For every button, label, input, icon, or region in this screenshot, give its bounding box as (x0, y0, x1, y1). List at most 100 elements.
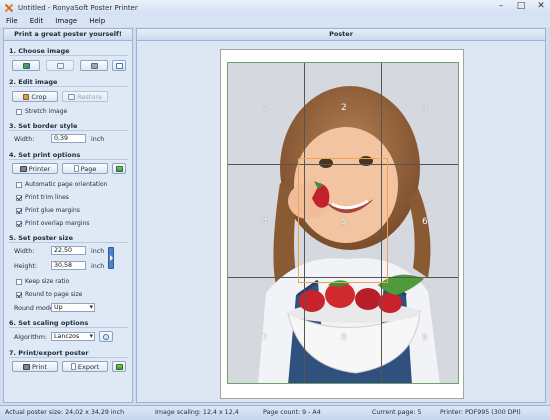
checkbox-box[interactable] (16, 220, 22, 227)
trim-lines-checkbox[interactable]: Print trim lines (16, 194, 69, 201)
title-bar: Untitled - RonyaSoft Poster Printer – □ … (0, 0, 550, 15)
window-title: Untitled - RonyaSoft Poster Printer (18, 3, 138, 12)
stretch-image-label: Stretch image (25, 108, 68, 115)
section-divider (9, 357, 128, 358)
page-number[interactable]: 6 (422, 217, 428, 227)
scanner-icon (90, 62, 98, 69)
printer-icon (19, 165, 27, 172)
checkbox-box[interactable] (16, 278, 22, 285)
poster-height-input[interactable]: 30,58 (51, 261, 86, 270)
crop-button[interactable]: Crop (12, 91, 58, 102)
poster-panel: Poster 1 2 3 4 5 6 7 8 9 (136, 28, 546, 403)
checkbox-box[interactable] (16, 194, 22, 201)
page-count: Page count: 9 - A4 (263, 409, 321, 416)
restore-button[interactable]: Restore (62, 91, 108, 102)
image-icon (22, 62, 30, 69)
menu-edit[interactable]: Edit (30, 17, 44, 25)
page-setup-button[interactable]: Page (62, 163, 108, 174)
section-divider (9, 130, 128, 131)
sidebar: Print a great poster yourself! 1. Choose… (3, 28, 133, 403)
round-page-checkbox[interactable]: Round to page size (16, 291, 82, 298)
open-external-button[interactable] (112, 60, 126, 71)
border-width-input[interactable]: 0,39 (51, 134, 86, 143)
poster-width-input[interactable]: 22,50 (51, 246, 86, 255)
export-options-icon (115, 363, 123, 370)
poster-width-label: Width: (14, 248, 35, 255)
app-window: Untitled - RonyaSoft Poster Printer – □ … (0, 0, 550, 420)
maximize-icon[interactable]: □ (516, 2, 526, 12)
magnifier-icon (103, 333, 109, 340)
print-button[interactable]: Print (12, 361, 58, 372)
round-mode-label: Round mode: (14, 305, 56, 312)
checkbox-box[interactable] (16, 108, 22, 115)
export-label: Export (77, 362, 100, 371)
external-link-icon (115, 62, 123, 69)
status-bar: Actual poster size: 24,02 x 34,29 inch I… (0, 405, 550, 420)
section-divider (9, 86, 128, 87)
page-number[interactable]: 9 (422, 333, 428, 343)
preview-button[interactable] (112, 163, 126, 174)
open-image-button[interactable] (12, 60, 40, 71)
printer-info: Printer: PDF995 (300 DPI) (440, 409, 521, 416)
poster-canvas[interactable]: 1 2 3 4 5 6 7 8 9 (137, 41, 545, 402)
menu-file[interactable]: File (6, 17, 18, 25)
poster-header: Poster (137, 29, 545, 41)
menu-help[interactable]: Help (89, 17, 105, 25)
keep-ratio-checkbox[interactable]: Keep size ratio (16, 278, 69, 285)
poster-height-unit: inch (91, 263, 105, 270)
scaling-preview-button[interactable] (99, 331, 113, 342)
page-label: Page (80, 164, 97, 173)
paste-icon (56, 62, 64, 69)
menu-image[interactable]: Image (55, 17, 77, 25)
auto-orientation-checkbox[interactable]: Automatic page orientation (16, 181, 107, 188)
poster-height-label: Height: (14, 263, 37, 270)
window-controls: – □ ✕ (496, 2, 546, 12)
page-number[interactable]: 5 (341, 217, 347, 227)
overlap-margins-label: Print overlap margins (25, 220, 90, 227)
poster-paper: 1 2 3 4 5 6 7 8 9 (220, 49, 464, 399)
restore-label: Restore (77, 92, 102, 101)
print-icon (23, 363, 31, 370)
page-icon (73, 165, 79, 172)
border-style-title: 3. Set border style (9, 122, 78, 130)
page-number[interactable]: 7 (262, 333, 268, 343)
close-icon[interactable]: ✕ (536, 2, 546, 12)
link-dimensions-button[interactable] (108, 247, 114, 269)
edit-image-title: 2. Edit image (9, 78, 58, 86)
overlap-margins-checkbox[interactable]: Print overlap margins (16, 220, 89, 227)
checkbox-box[interactable] (16, 181, 22, 188)
checkbox-box[interactable] (16, 207, 22, 214)
page-number[interactable]: 8 (341, 333, 347, 343)
border-unit: inch (91, 136, 105, 143)
actual-poster-size: Actual poster size: 24,02 x 34,29 inch (5, 409, 125, 416)
stretch-image-checkbox[interactable]: Stretch image (16, 108, 67, 115)
print-label: Print (32, 362, 47, 371)
keep-ratio-label: Keep size ratio (25, 278, 70, 285)
minimize-icon[interactable]: – (496, 2, 506, 12)
page-number[interactable]: 1 (262, 103, 268, 113)
page-number[interactable]: 3 (422, 103, 428, 113)
scaling-title: 6. Set scaling options (9, 319, 89, 327)
printer-label: Printer (28, 164, 51, 173)
crop-label: Crop (31, 92, 47, 101)
poster-image[interactable]: 1 2 3 4 5 6 7 8 9 (227, 62, 459, 384)
printer-button[interactable]: Printer (12, 163, 58, 174)
algorithm-select[interactable]: Lanczos (51, 332, 95, 341)
export-icon (70, 363, 76, 370)
poster-width-unit: inch (91, 248, 105, 255)
page-number[interactable]: 2 (341, 103, 347, 113)
page-number[interactable]: 4 (262, 217, 268, 227)
round-mode-select[interactable]: Up (51, 303, 95, 312)
menu-bar: File Edit Image Help (0, 15, 550, 27)
export-button[interactable]: Export (62, 361, 108, 372)
checkbox-box[interactable] (16, 291, 22, 298)
glue-margins-checkbox[interactable]: Print glue margins (16, 207, 80, 214)
scan-image-button[interactable] (80, 60, 108, 71)
section-divider (9, 242, 128, 243)
restore-icon (68, 93, 76, 100)
poster-size-title: 5. Set poster size (9, 234, 73, 242)
paste-image-button[interactable] (46, 60, 74, 71)
export-options-button[interactable] (112, 361, 126, 372)
border-width-label: Width: (14, 136, 35, 143)
current-page: Current page: 5 (372, 409, 422, 416)
